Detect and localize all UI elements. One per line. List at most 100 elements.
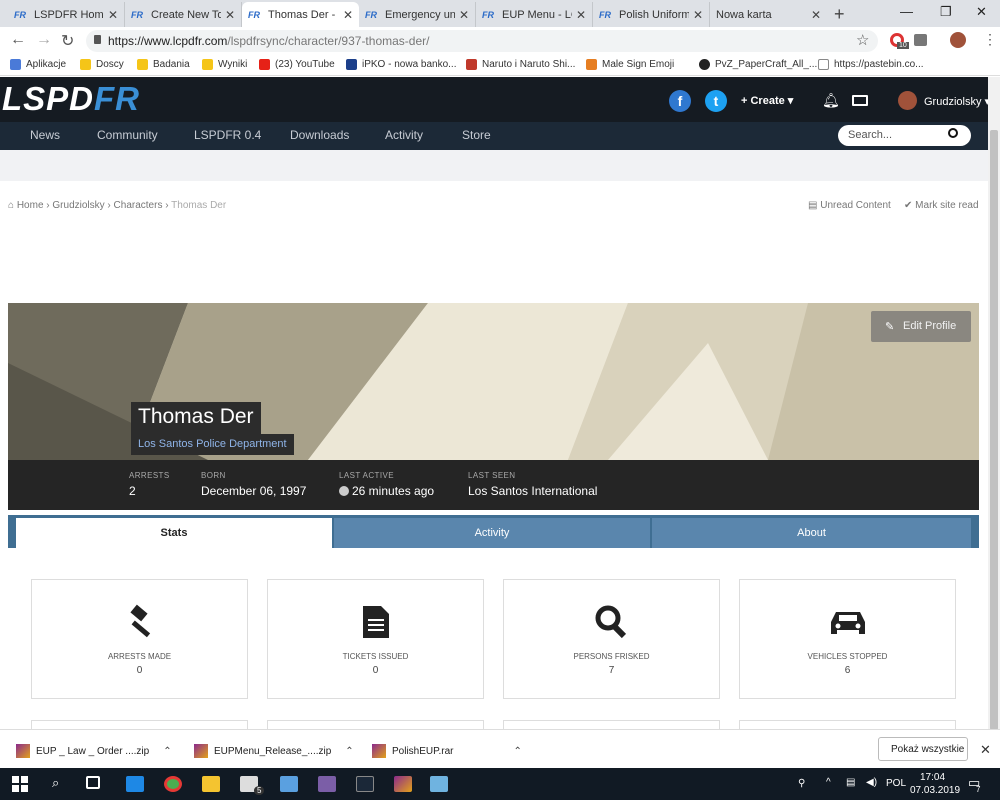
twitter-icon[interactable]: t	[705, 90, 727, 112]
network-icon[interactable]: ▤	[846, 777, 855, 788]
user-avatar[interactable]	[898, 91, 917, 110]
nav-item-news[interactable]: News	[30, 128, 60, 142]
close-tab-icon[interactable]: ✕	[576, 8, 586, 22]
new-tab-button[interactable]: +	[834, 4, 845, 25]
chevron-up-icon[interactable]: ⌃	[163, 746, 171, 757]
born-value: December 06, 1997	[201, 484, 307, 498]
chevron-up-icon[interactable]: ^	[826, 777, 831, 788]
show-all-downloads-button[interactable]: Pokaż wszystkie	[878, 737, 968, 761]
discord-icon[interactable]	[318, 776, 336, 792]
close-tab-icon[interactable]: ✕	[343, 8, 353, 22]
bookmark-item[interactable]: https://pastebin.co...	[818, 59, 924, 70]
facebook-icon[interactable]: f	[669, 90, 691, 112]
pencil-icon: ✎	[885, 321, 895, 333]
extension-icon[interactable]	[914, 34, 927, 46]
status-dot-icon	[339, 486, 349, 496]
breadcrumb-user[interactable]: Grudziolsky	[52, 200, 104, 211]
close-tab-icon[interactable]: ✕	[225, 8, 235, 22]
app-icon[interactable]	[280, 776, 298, 792]
mark-site-read-link[interactable]: ✔ Mark site read	[904, 200, 979, 211]
edge-icon[interactable]	[126, 776, 144, 792]
people-icon[interactable]: ⚲	[798, 778, 805, 789]
scrollbar-thumb[interactable]	[990, 130, 998, 730]
lspdfr-favicon-icon: FR	[131, 9, 143, 20]
tab-about[interactable]: About	[652, 518, 971, 548]
bookmark-item[interactable]: (23) YouTube	[259, 59, 335, 70]
create-menu-button[interactable]: + Create ▾	[741, 94, 793, 107]
tab-stats[interactable]: Stats	[16, 518, 332, 548]
menu-icon[interactable]: ⋮	[983, 31, 997, 48]
file-explorer-icon[interactable]	[202, 776, 220, 792]
language-indicator[interactable]: POL	[886, 778, 906, 789]
close-downloads-icon[interactable]: ✕	[980, 742, 991, 758]
character-name: Thomas Der	[131, 402, 261, 434]
notifications-bell-icon[interactable]: 🔔︎	[822, 92, 840, 109]
browser-tab[interactable]: FREUP Menu - LCPDFR✕	[476, 2, 593, 27]
volume-icon[interactable]: ◀)	[866, 777, 877, 788]
bookmark-star-icon[interactable]: ☆	[856, 31, 869, 49]
nav-item-store[interactable]: Store	[462, 128, 491, 142]
breadcrumb: ⌂ Home › Grudziolsky › Characters › Thom…	[8, 200, 227, 211]
browser-tab-active[interactable]: FRThomas Der - LCPDFR✕	[242, 2, 359, 27]
close-tab-icon[interactable]: ✕	[459, 8, 469, 22]
minimize-icon[interactable]: —	[900, 4, 913, 19]
stat-card: VEHICLES STOPPED 6	[739, 579, 956, 699]
chevron-up-icon[interactable]: ⌃	[345, 746, 353, 757]
tab-activity[interactable]: Activity	[334, 518, 650, 548]
close-tab-icon[interactable]: ✕	[693, 8, 703, 22]
close-tab-icon[interactable]: ✕	[108, 8, 118, 22]
bookmark-item[interactable]: iPKO - nowa banko...	[346, 59, 457, 70]
messages-envelope-icon[interactable]	[852, 95, 868, 106]
bookmark-item[interactable]: Male Sign Emoji	[586, 59, 674, 70]
restore-icon[interactable]: ❐	[940, 4, 952, 20]
unread-content-link[interactable]: ▤ Unread Content	[808, 200, 891, 211]
winrar-icon[interactable]	[394, 776, 412, 792]
download-item[interactable]: EUP _ Law _ Order ....zip ⌃	[16, 744, 172, 758]
chevron-up-icon[interactable]: ⌃	[514, 746, 522, 757]
lspdfr-favicon-icon: FR	[599, 9, 611, 20]
search-icon[interactable]: ⌕	[52, 775, 59, 791]
breadcrumb-characters[interactable]: Characters	[114, 200, 163, 211]
back-icon[interactable]: ←	[10, 31, 26, 49]
app-icon[interactable]	[430, 776, 448, 792]
close-tab-icon[interactable]: ✕	[811, 8, 821, 22]
forward-icon[interactable]: →	[36, 31, 52, 49]
site-icon	[699, 59, 710, 70]
clock-date[interactable]: 07.03.2019	[910, 785, 960, 796]
clock-time[interactable]: 17:04	[920, 772, 945, 783]
address-bar[interactable]: https://www.lcpdfr.com/lspdfrsync/charac…	[86, 30, 878, 52]
windows-start-icon[interactable]	[12, 776, 28, 792]
nav-item-community[interactable]: Community	[97, 128, 158, 142]
page-icon	[818, 59, 829, 70]
browser-tab[interactable]: FRCreate New Topic✕	[125, 2, 242, 27]
bookmark-item[interactable]: Naruto i Naruto Shi...	[466, 59, 575, 70]
browser-tab[interactable]: Nowa karta ✕	[710, 2, 827, 27]
bookmark-item[interactable]: Aplikacje	[10, 59, 66, 70]
search-icon[interactable]	[948, 128, 958, 138]
user-menu[interactable]: Grudziolsky ▾	[924, 95, 990, 108]
task-view-icon[interactable]	[86, 776, 100, 789]
lock-icon	[94, 35, 101, 44]
bookmark-item[interactable]: PvZ_PaperCraft_All_...	[699, 59, 817, 70]
bookmark-item[interactable]: Doscy	[80, 59, 124, 70]
profile-avatar[interactable]	[950, 32, 966, 48]
nav-item-activity[interactable]: Activity	[385, 128, 423, 142]
breadcrumb-home[interactable]: Home	[17, 200, 44, 211]
department-link[interactable]: Los Santos Police Department	[131, 434, 294, 455]
bookmark-item[interactable]: Wyniki	[202, 59, 247, 70]
browser-tab[interactable]: FR Polish Uniforms ✕	[593, 2, 710, 27]
close-window-icon[interactable]: ✕	[976, 4, 987, 20]
browser-tab[interactable]: FRLSPDFR Homepage✕	[8, 2, 125, 27]
persons-frisked-value: 7	[608, 665, 615, 676]
download-item[interactable]: EUPMenu_Release_....zip ⌃	[194, 744, 354, 758]
reload-icon[interactable]: ↻	[61, 31, 74, 51]
nav-item-downloads[interactable]: Downloads	[290, 128, 349, 142]
bookmark-item[interactable]: Badania	[137, 59, 190, 70]
chrome-icon[interactable]	[164, 776, 182, 792]
tickets-issued-value: 0	[372, 665, 379, 676]
nav-item-lspdfr[interactable]: LSPDFR 0.4	[194, 128, 261, 142]
download-item[interactable]: PolishEUP.rar ⌃	[372, 744, 522, 758]
browser-tab[interactable]: FREmergency uniforms✕	[359, 2, 476, 27]
site-logo[interactable]: LSPDFR	[2, 80, 140, 118]
steam-icon[interactable]	[356, 776, 374, 792]
